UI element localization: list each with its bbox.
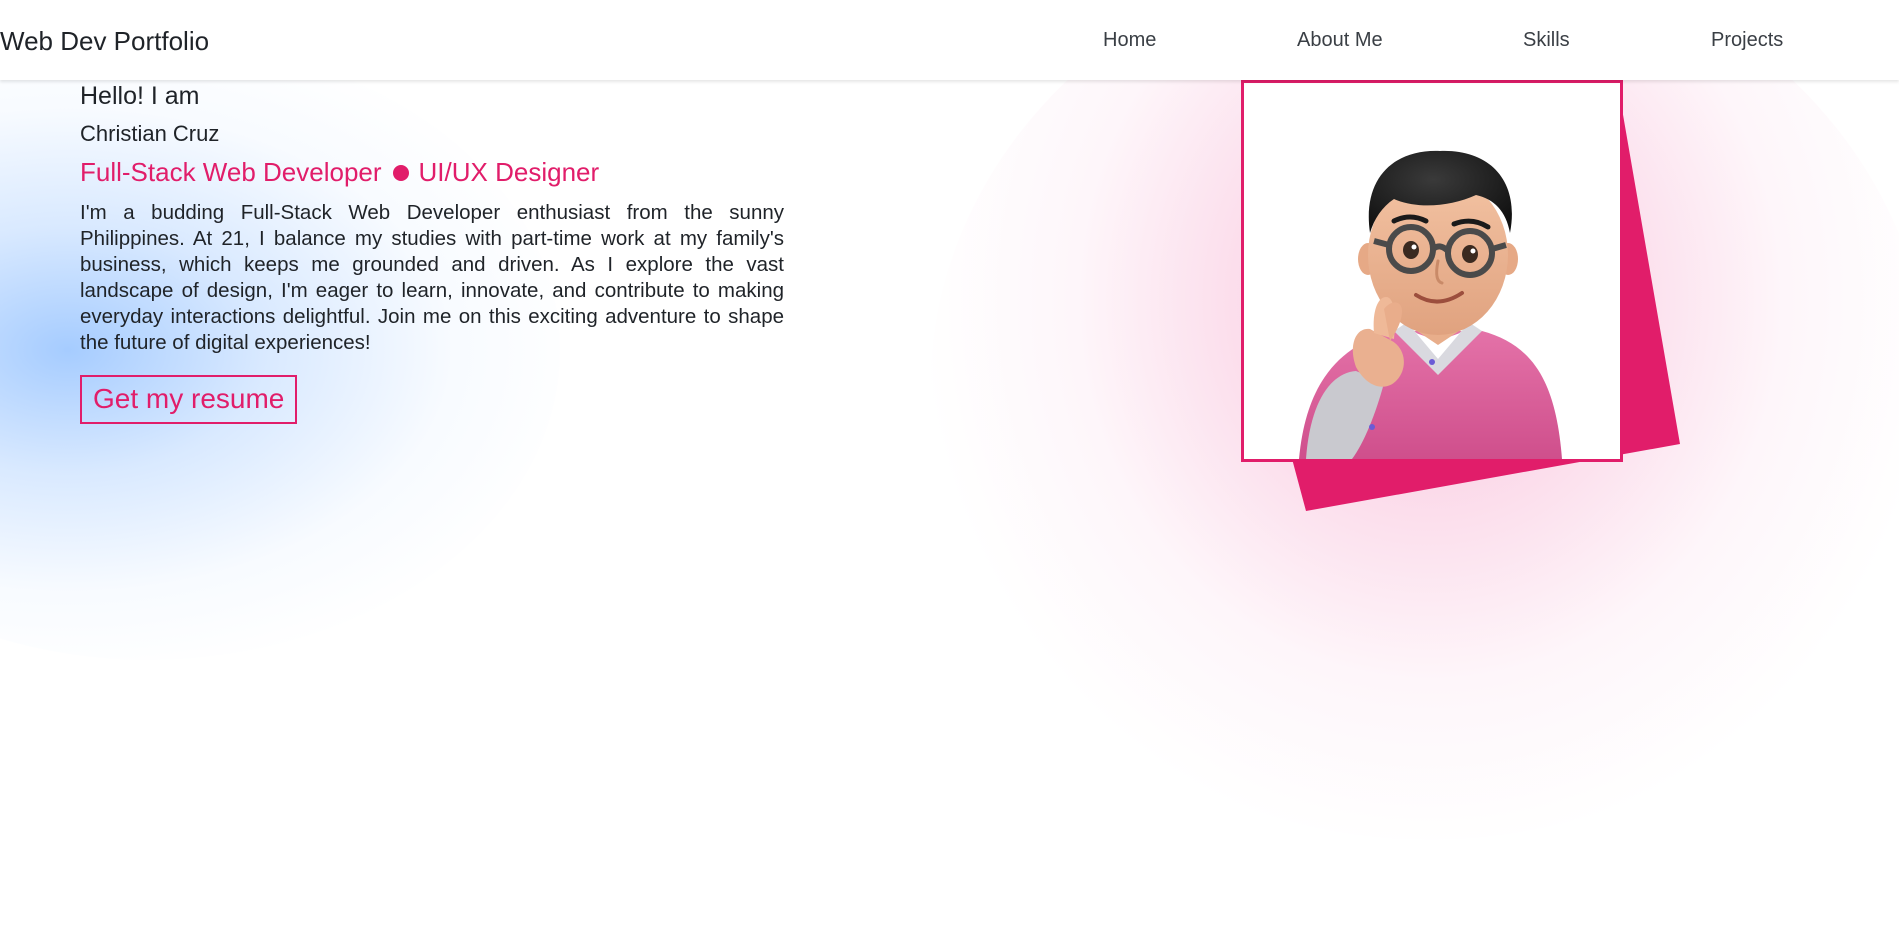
brand-logo-link[interactable]: Web Dev Portfolio bbox=[0, 26, 209, 57]
roles-line: Full-Stack Web Developer UI/UX Designer bbox=[80, 157, 784, 188]
navbar: Web Dev Portfolio Home About Me Skills P… bbox=[0, 0, 1899, 80]
get-resume-button[interactable]: Get my resume bbox=[80, 375, 298, 424]
nav-link-skills[interactable]: Skills bbox=[1523, 29, 1570, 52]
nav-link-projects[interactable]: Projects bbox=[1711, 29, 1783, 52]
role-primary: Full-Stack Web Developer bbox=[80, 157, 382, 187]
memoji-avatar bbox=[1299, 150, 1562, 459]
nav-link-about-me[interactable]: About Me bbox=[1297, 29, 1383, 52]
person-name: Christian Cruz bbox=[80, 121, 220, 146]
role-secondary: UI/UX Designer bbox=[418, 157, 600, 187]
greeting-text: Hello! I am bbox=[80, 82, 200, 110]
nav-link-home[interactable]: Home bbox=[1103, 29, 1156, 52]
portfolio-page: Web Dev Portfolio Home About Me Skills P… bbox=[0, 0, 1899, 950]
bio-paragraph: I'm a budding Full-Stack Web Developer e… bbox=[80, 201, 784, 354]
hero-intro: Hello! I am Christian Cruz Full-Stack We… bbox=[80, 82, 784, 424]
bullet-dot-icon bbox=[392, 164, 409, 181]
profile-photo-frame bbox=[1241, 80, 1623, 462]
